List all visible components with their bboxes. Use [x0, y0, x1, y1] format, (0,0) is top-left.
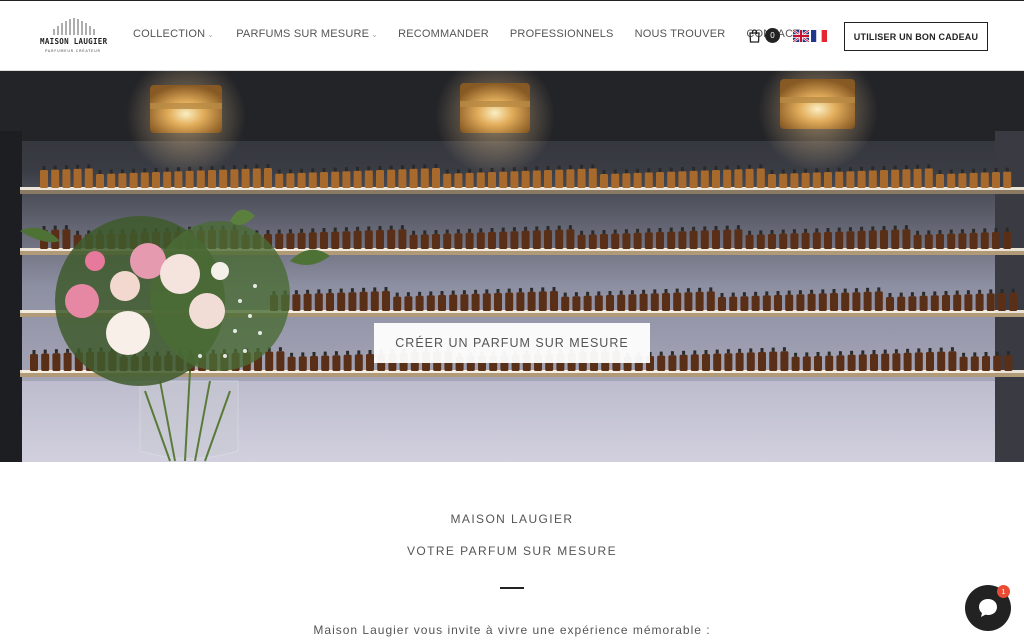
section-divider: [500, 587, 524, 589]
brand-logo[interactable]: MAISON LAUGIER PARFUMEUR CRÉATEUR: [40, 17, 108, 57]
logo-tagline: PARFUMEUR CRÉATEUR: [45, 49, 101, 53]
nav-item-nous-trouver[interactable]: NOUS TROUVER: [635, 28, 726, 40]
gift-voucher-button[interactable]: UTILISER UN BON CADEAU: [844, 22, 988, 51]
intro-text: Maison Laugier vous invite à vivre une e…: [313, 623, 711, 637]
chat-bubble-icon: [979, 599, 997, 617]
nav-item-collection[interactable]: COLLECTION ⌄: [133, 28, 214, 40]
uk-flag-icon[interactable]: [793, 30, 809, 42]
nav-item-label: PARFUMS SUR MESURE: [236, 28, 370, 40]
nav-item-professionnels[interactable]: PROFESSIONNELS: [510, 28, 614, 40]
section-title: MAISON LAUGIER: [450, 512, 574, 526]
nav-item-label: COLLECTION: [133, 28, 206, 40]
shopping-bag-icon: [749, 28, 760, 43]
cart-count-badge: 0: [765, 28, 780, 43]
french-flag-icon[interactable]: [811, 30, 827, 42]
chevron-down-icon: ⌄: [371, 30, 379, 39]
nav-item-parfums-sur-mesure[interactable]: PARFUMS SUR MESURE ⌄: [236, 28, 378, 40]
chat-notification-badge: 1: [997, 585, 1010, 598]
cart-button[interactable]: 0: [748, 28, 780, 43]
site-header: MAISON LAUGIER PARFUMEUR CRÉATEUR COLLEC…: [0, 0, 1024, 71]
hero-banner: CRÉER UN PARFUM SUR MESURE: [0, 71, 1024, 462]
chevron-down-icon: ⌄: [207, 30, 215, 39]
section-subtitle: VOTRE PARFUM SUR MESURE: [407, 544, 617, 558]
main-nav: COLLECTION ⌄ PARFUMS SUR MESURE ⌄ RECOMM…: [133, 28, 800, 40]
language-switcher: [793, 30, 827, 42]
nav-item-label: RECOMMANDER: [398, 28, 489, 40]
logo-mark-icon: [53, 18, 95, 35]
hero-image: [0, 71, 1024, 462]
nav-item-label: PROFESSIONNELS: [509, 28, 614, 40]
nav-item-recommander[interactable]: RECOMMANDER: [398, 28, 489, 40]
create-custom-perfume-button[interactable]: CRÉER UN PARFUM SUR MESURE: [374, 323, 650, 363]
logo-name: MAISON LAUGIER: [40, 37, 108, 46]
nav-item-label: NOUS TROUVER: [634, 28, 726, 40]
